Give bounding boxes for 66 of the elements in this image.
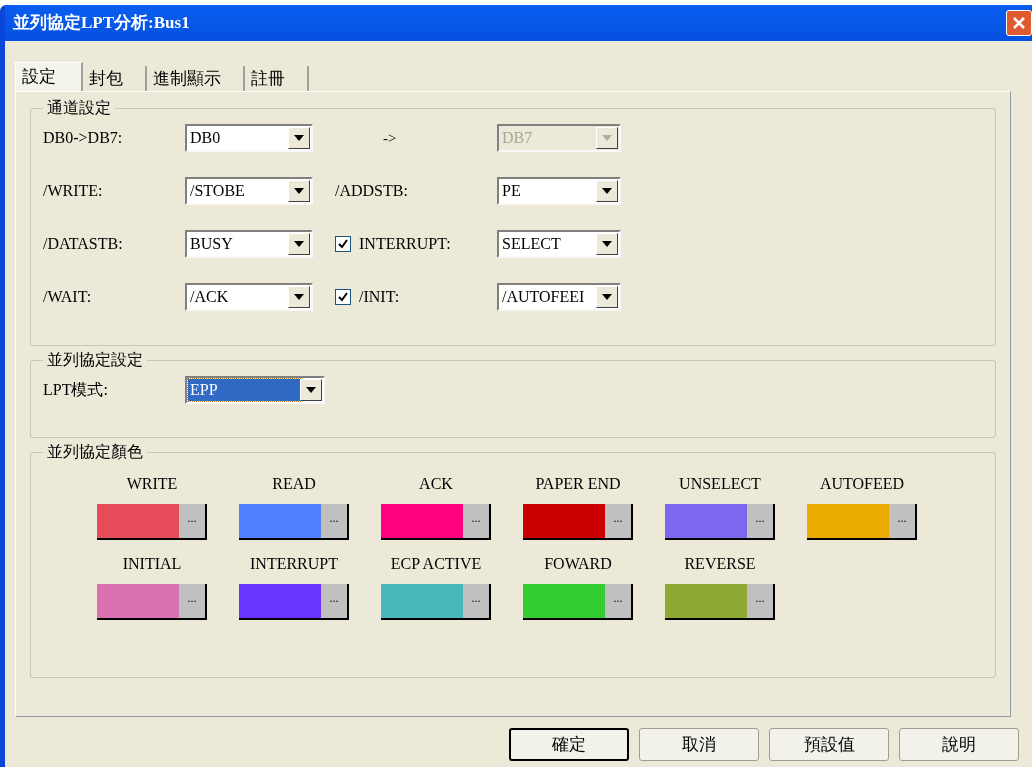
color-picker-button[interactable]: ...	[179, 584, 205, 618]
checkbox[interactable]	[335, 236, 351, 252]
tab[interactable]: 進制顯示	[147, 66, 245, 91]
caret-icon	[294, 294, 304, 300]
caret-icon	[294, 188, 304, 194]
dialog-button[interactable]: 說明	[899, 728, 1019, 761]
field-label: /WRITE:	[43, 181, 104, 201]
tab[interactable]: 註冊	[245, 66, 309, 91]
color-label: ECP ACTIVE	[390, 554, 482, 574]
color-picker-button[interactable]: ...	[605, 504, 631, 538]
group-title: 並列協定顏色	[46, 444, 144, 460]
caret-icon	[294, 241, 304, 247]
field-label: /DATASTB:	[43, 234, 124, 254]
caret-icon	[602, 135, 612, 141]
color-picker-button[interactable]: ...	[463, 584, 489, 618]
caret-icon	[294, 135, 304, 141]
check-icon	[338, 292, 348, 302]
color-picker-button[interactable]: ...	[605, 584, 631, 618]
check-icon	[338, 239, 348, 249]
color-label: AUTOFEED	[819, 474, 905, 494]
color-label: WRITE	[126, 474, 178, 494]
dropdown[interactable]: BUSY	[185, 230, 313, 258]
color-picker-button[interactable]: ...	[463, 504, 489, 538]
dropdown[interactable]: EPP	[185, 376, 325, 404]
field-label: LPT模式:	[43, 380, 109, 400]
caret-icon	[602, 294, 612, 300]
window-title[interactable]: 並列協定LPT分析:Bus1	[5, 10, 190, 36]
color-label: FOWARD	[544, 554, 612, 574]
dropdown[interactable]: SELECT	[497, 230, 621, 258]
dropdown[interactable]: /ACK	[185, 283, 313, 311]
group-title: 通道設定	[46, 100, 112, 116]
field-label: /ADDSTB:	[335, 181, 408, 201]
dropdown[interactable]: /STOBE	[185, 177, 313, 205]
color-label: INITIAL	[122, 554, 182, 574]
color-picker-button[interactable]: ...	[321, 584, 347, 618]
color-picker-button[interactable]: ...	[179, 504, 205, 538]
close-icon	[1012, 16, 1026, 30]
color-label: READ	[272, 474, 316, 494]
field-label: /WAIT:	[43, 287, 93, 307]
checkbox-label: /INIT:	[359, 287, 400, 307]
checkbox-label: INTERRUPT:	[359, 234, 451, 254]
caret-icon	[602, 188, 612, 194]
color-label: PAPER END	[535, 474, 621, 494]
color-label: ACK	[419, 474, 453, 494]
caret-icon	[306, 387, 316, 393]
dialog-button[interactable]: 預設值	[769, 728, 889, 761]
color-label: INTERRUPT	[250, 554, 338, 574]
color-label: UNSELECT	[679, 474, 761, 494]
group-title: 並列協定設定	[46, 352, 144, 368]
dropdown[interactable]: /AUTOFEEI	[497, 283, 621, 311]
color-label: REVERSE	[684, 554, 756, 574]
dropdown[interactable]: DB0	[185, 124, 313, 152]
field-label: DB0->DB7:	[43, 128, 124, 148]
dropdown[interactable]: PE	[497, 177, 621, 205]
close-button[interactable]	[1006, 10, 1032, 36]
checkbox[interactable]	[335, 289, 351, 305]
caret-icon	[602, 241, 612, 247]
dialog-button[interactable]: 確定	[509, 728, 629, 761]
dialog-button[interactable]: 取消	[639, 728, 759, 761]
color-picker-button[interactable]: ...	[321, 504, 347, 538]
color-picker-button[interactable]: ...	[747, 584, 773, 618]
arrow-label: ->	[382, 128, 397, 148]
tab[interactable]: 封包	[83, 66, 147, 91]
tab[interactable]: 設定	[15, 62, 83, 91]
color-picker-button[interactable]: ...	[747, 504, 773, 538]
color-picker-button[interactable]: ...	[889, 504, 915, 538]
